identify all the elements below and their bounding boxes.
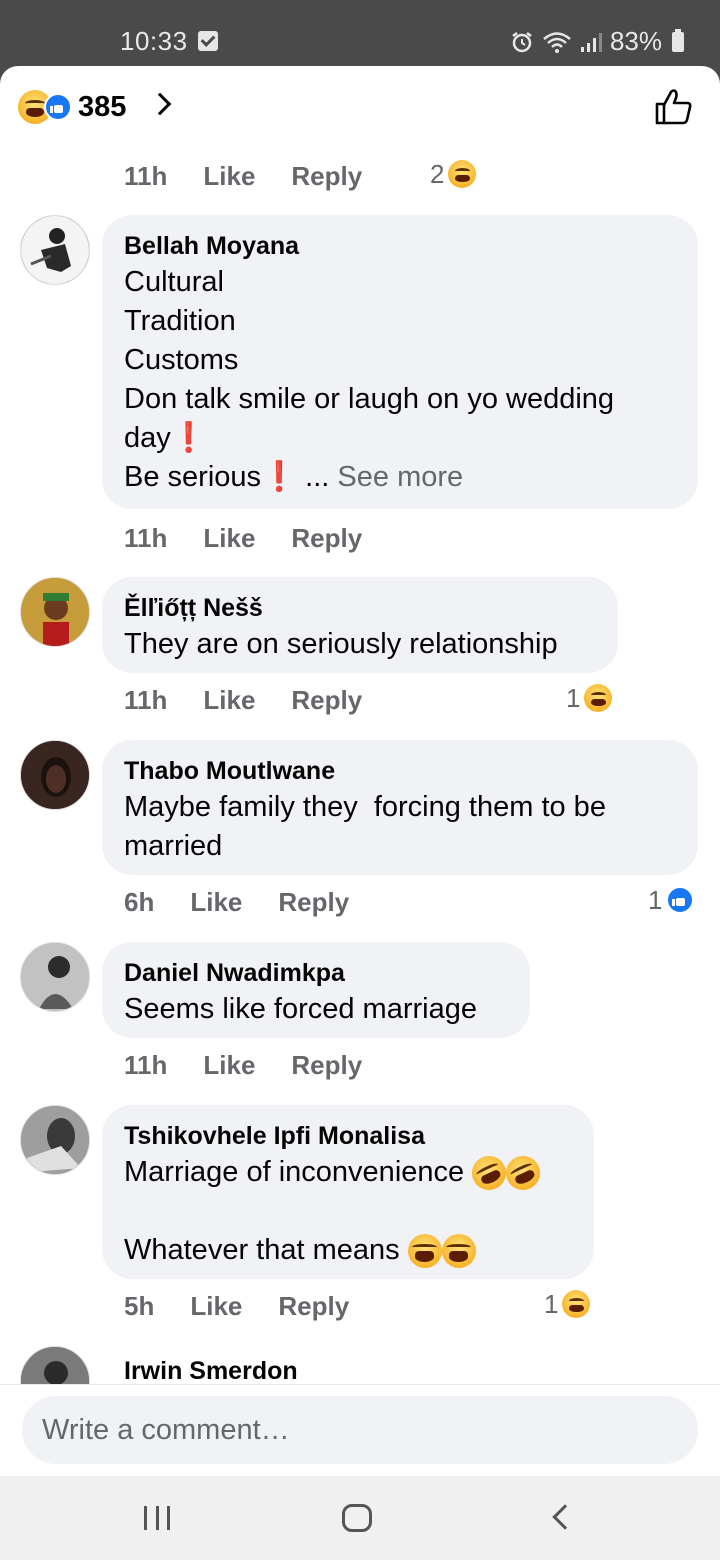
comment-actions: 11h Like Reply — [124, 1045, 362, 1085]
comment-composer: Write a comment… — [0, 1384, 720, 1476]
avatar[interactable] — [20, 740, 90, 810]
comment-time: 11h — [124, 160, 168, 191]
reaction-count: 1 — [544, 1288, 559, 1319]
avatar[interactable] — [20, 942, 90, 1012]
comment-author[interactable]: Ělľiőțț Nešš — [124, 591, 596, 625]
wifi-icon — [543, 31, 571, 53]
comment-reactions[interactable]: 1 — [648, 880, 695, 920]
status-bar: 10:33 83% — [0, 0, 720, 66]
like-outline-icon[interactable] — [654, 88, 694, 126]
comment-author[interactable]: Irwin Smerdon — [124, 1354, 298, 1388]
system-nav-bar — [0, 1476, 720, 1560]
comment-time: 5h — [124, 1290, 155, 1321]
comment-line: Whatever that means — [124, 1231, 572, 1270]
comment-actions: 11h Like Reply — [124, 518, 362, 558]
haha-reaction-icon — [562, 1290, 591, 1318]
like-reaction-icon — [666, 886, 695, 914]
comment-line: Don talk smile or laugh on yo wedding — [124, 383, 615, 415]
joy-emoji-icon — [441, 1234, 476, 1269]
comment-bubble[interactable]: Bellah Moyana Cultural Tradition Customs… — [102, 215, 698, 509]
status-time: 10:33 — [120, 26, 188, 56]
avatar-photo — [21, 216, 89, 284]
reaction-count: 1 — [566, 682, 581, 713]
comment-line: Tradition — [124, 305, 236, 337]
like-button[interactable]: Like — [203, 685, 255, 716]
comment-line: day❗ — [124, 422, 207, 454]
reply-button[interactable]: Reply — [278, 887, 349, 918]
like-reaction-icon — [44, 93, 72, 121]
recents-button[interactable] — [144, 1506, 170, 1530]
avatar-photo — [21, 578, 89, 646]
joy-emoji-icon — [407, 1234, 442, 1269]
like-button[interactable]: Like — [190, 1291, 242, 1322]
haha-reaction-icon — [584, 684, 613, 712]
comment-bubble[interactable]: Tshikovhele Ipfi Monalisa Marriage of in… — [102, 1105, 594, 1279]
comment-text: They are on seriously relationship — [124, 628, 558, 660]
comment-bubble[interactable]: Ělľiőțț Nešš They are on seriously relat… — [102, 577, 618, 673]
status-indicators: 83% — [510, 26, 684, 57]
comment-actions: 6h Like Reply — [124, 882, 349, 922]
comment-time: 6h — [124, 886, 155, 917]
like-button[interactable]: Like — [203, 523, 255, 554]
comments-sheet: 385 11h Like Reply 2 Bellah Moyana Cultu… — [0, 66, 720, 1476]
comment-author[interactable]: Thabo Moutlwane — [124, 754, 676, 788]
see-more-link[interactable]: See more — [337, 461, 463, 493]
comment-author[interactable]: Daniel Nwadimkpa — [124, 956, 508, 990]
reply-button[interactable]: Reply — [291, 523, 362, 554]
comment-time: 11h — [124, 522, 168, 553]
like-button[interactable]: Like — [203, 161, 255, 192]
back-button[interactable] — [552, 1504, 578, 1530]
comment-input[interactable]: Write a comment… — [22, 1396, 698, 1464]
comment-line: Be serious❗ ... See more — [124, 461, 464, 493]
comment-reactions[interactable]: 1 — [566, 678, 613, 718]
comment-bubble[interactable]: Thabo Moutlwane Maybe family they forcin… — [102, 740, 698, 875]
reply-button[interactable]: Reply — [291, 685, 362, 716]
comment-line: Marriage of inconvenience — [124, 1150, 572, 1196]
battery-percentage: 83% — [609, 26, 662, 56]
comment-actions: 11h Like Reply — [124, 156, 362, 196]
rofl-emoji-icon — [500, 1150, 546, 1196]
reply-button[interactable]: Reply — [291, 161, 362, 192]
reaction-summary[interactable]: 385 — [18, 90, 126, 124]
signal-icon — [580, 32, 602, 52]
comment-line: Customs — [124, 344, 239, 376]
haha-reaction-icon — [448, 160, 477, 188]
comment-actions: 5h Like Reply — [124, 1286, 349, 1326]
comment-time: 11h — [124, 1049, 168, 1080]
chevron-right-icon[interactable] — [148, 92, 172, 116]
like-button[interactable]: Like — [190, 887, 242, 918]
avatar[interactable] — [20, 577, 90, 647]
comment-reactions[interactable]: 2 — [430, 154, 477, 194]
battery-icon — [672, 28, 684, 52]
exclamation-emoji-icon: ❗ — [170, 422, 207, 454]
comment-time: 11h — [124, 684, 168, 715]
comment-actions: 11h Like Reply — [124, 680, 362, 720]
exclamation-emoji-icon: ❗ — [261, 461, 298, 493]
comment-text: Seems like forced marriage — [124, 993, 477, 1025]
avatar-photo — [21, 741, 89, 809]
comment-bubble[interactable]: Daniel Nwadimkpa Seems like forced marri… — [102, 942, 530, 1038]
home-button[interactable] — [342, 1504, 372, 1532]
reaction-count: 385 — [78, 90, 127, 123]
reply-button[interactable]: Reply — [278, 1291, 349, 1322]
avatar[interactable] — [20, 1105, 90, 1175]
comment-reactions[interactable]: 1 — [544, 1284, 591, 1324]
sheet-header: 385 — [0, 66, 720, 146]
comment-author[interactable]: Bellah Moyana — [124, 229, 676, 263]
avatar-photo — [21, 943, 89, 1011]
comment-author[interactable]: Tshikovhele Ipfi Monalisa — [124, 1119, 572, 1153]
comment-text: Maybe family they forcing them to be mar… — [124, 791, 606, 862]
reply-button[interactable]: Reply — [291, 1050, 362, 1081]
alarm-icon — [512, 31, 532, 52]
comment-line: Cultural — [124, 266, 224, 298]
like-button[interactable]: Like — [203, 1050, 255, 1081]
avatar-photo — [21, 1106, 89, 1174]
notification-check-icon — [198, 31, 218, 51]
reaction-count: 2 — [430, 158, 445, 189]
reaction-count: 1 — [648, 884, 663, 915]
avatar[interactable] — [20, 215, 90, 285]
